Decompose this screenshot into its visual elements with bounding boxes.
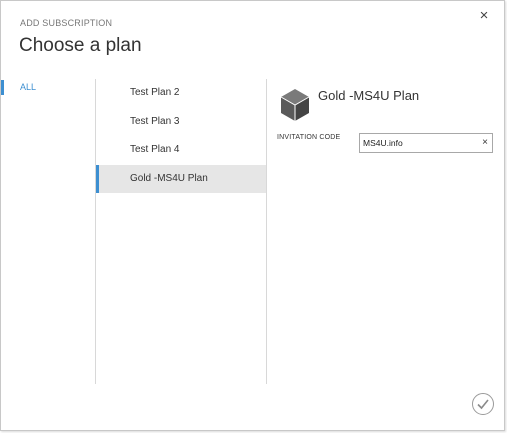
plan-detail-panel: Gold -MS4U Plan INVITATION CODE × — [268, 79, 503, 379]
plan-item-test-plan-2[interactable]: Test Plan 2 — [96, 79, 266, 108]
plan-item-test-plan-4[interactable]: Test Plan 4 — [96, 136, 266, 165]
cube-icon — [280, 89, 310, 121]
confirm-button[interactable] — [472, 393, 494, 415]
plan-item-gold-ms4u-plan[interactable]: Gold -MS4U Plan — [96, 164, 266, 193]
clear-icon[interactable]: × — [482, 136, 488, 150]
invitation-code-label: INVITATION CODE — [277, 134, 341, 141]
invitation-code-input[interactable] — [363, 136, 473, 150]
checkmark-icon — [477, 399, 489, 410]
filter-item-all[interactable]: ALL — [1, 80, 91, 95]
plan-item-test-plan-3[interactable]: Test Plan 3 — [96, 108, 266, 137]
add-subscription-dialog: × ADD SUBSCRIPTION Choose a plan ALL Tes… — [0, 0, 505, 431]
filter-item-label: ALL — [20, 82, 37, 92]
dialog-subtitle: ADD SUBSCRIPTION — [20, 18, 113, 28]
plan-item-label: Test Plan 4 — [130, 144, 180, 155]
list-divider-right — [266, 79, 267, 384]
plan-list: Test Plan 2 Test Plan 3 Test Plan 4 Gold… — [96, 79, 266, 193]
close-button[interactable]: × — [476, 8, 492, 24]
close-icon: × — [479, 7, 489, 24]
plan-detail-title: Gold -MS4U Plan — [318, 88, 420, 103]
plan-item-label: Test Plan 2 — [130, 87, 180, 98]
plan-item-label: Gold -MS4U Plan — [130, 172, 208, 184]
page-title: Choose a plan — [19, 35, 142, 56]
invitation-code-field[interactable]: × — [359, 133, 493, 153]
plan-item-label: Test Plan 3 — [130, 115, 180, 127]
